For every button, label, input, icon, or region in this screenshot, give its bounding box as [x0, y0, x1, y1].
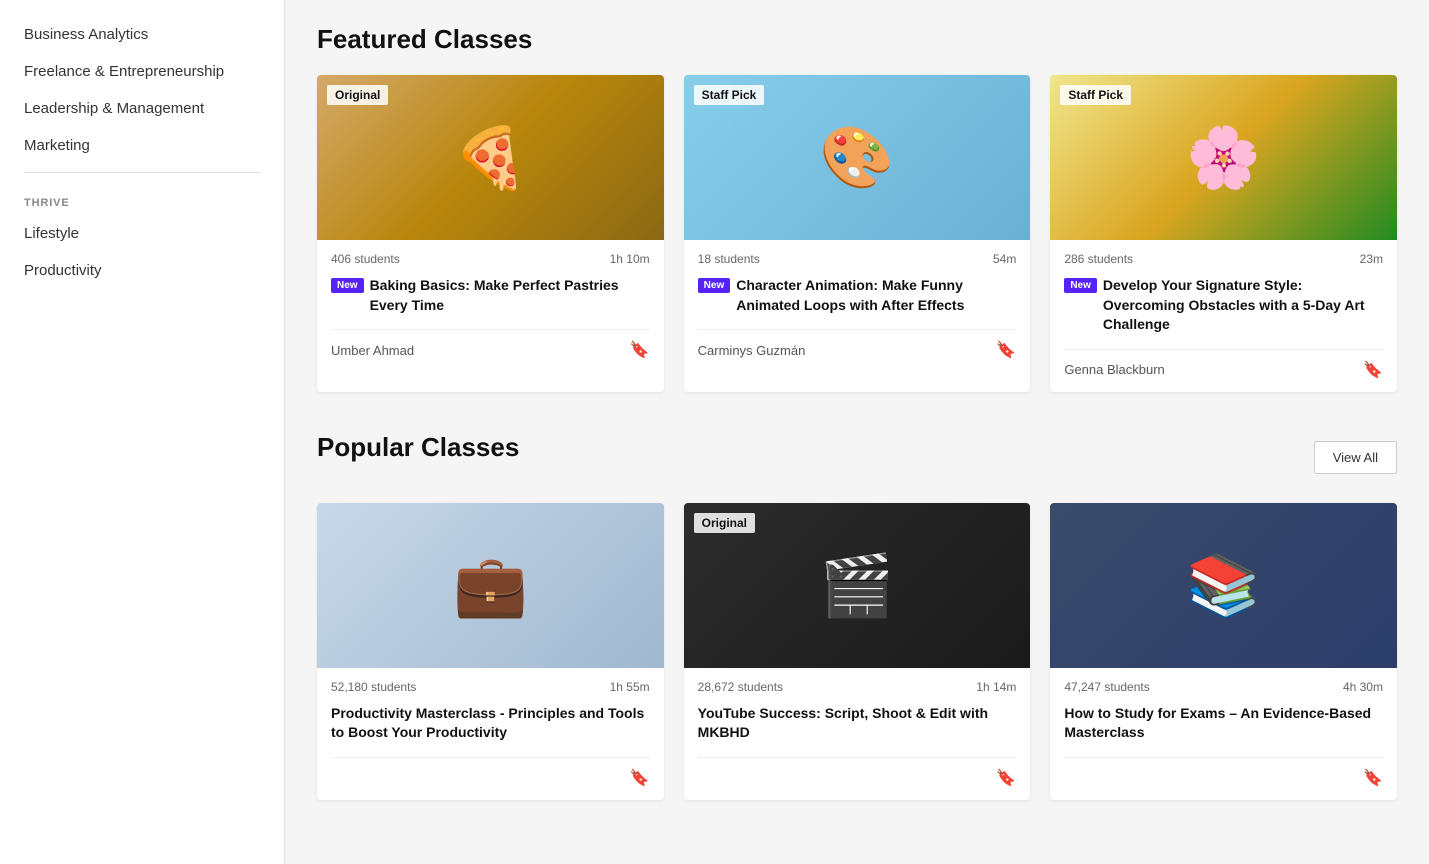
card-author-baking-basics: Umber Ahmad — [331, 343, 414, 358]
bookmark-icon-study-exams[interactable]: 🔖 — [1363, 768, 1383, 788]
card-baking-basics[interactable]: Original 406 students 1h 10m New Baking Basi… — [317, 75, 664, 392]
card-title-signature-style: Develop Your Signature Style: Overcoming… — [1103, 276, 1383, 335]
card-thumbnail-signature-style: Staff Pick — [1050, 75, 1397, 240]
popular-section-title: Popular Classes — [317, 432, 519, 463]
sidebar-item-business-analytics[interactable]: Business Analytics — [0, 16, 284, 53]
popular-section-header: Popular Classes View All — [317, 432, 1397, 483]
card-title-row-baking-basics: New Baking Basics: Make Perfect Pastries … — [331, 276, 650, 315]
card-productivity-masterclass[interactable]: 52,180 students 1h 55m Productivity Master… — [317, 503, 664, 800]
card-meta-youtube-success: 28,672 students 1h 14m — [698, 680, 1017, 694]
card-thumbnail-character-animation: Staff Pick — [684, 75, 1031, 240]
card-title-youtube-success: YouTube Success: Script, Shoot & Edit wi… — [698, 704, 1017, 743]
card-author-character-animation: Carminys Guzmán — [698, 343, 806, 358]
card-meta-character-animation: 18 students 54m — [698, 252, 1017, 266]
card-body-youtube-success: 28,672 students 1h 14m YouTube Success: Sc… — [684, 668, 1031, 800]
card-title-baking-basics: Baking Basics: Make Perfect Pastries Eve… — [370, 276, 650, 315]
card-title-row-signature-style: New Develop Your Signature Style: Overcom… — [1064, 276, 1383, 335]
card-title-row-study-exams: How to Study for Exams – An Evidence-Bas… — [1064, 704, 1383, 743]
card-students-signature-style: 286 students — [1064, 252, 1133, 266]
card-meta-signature-style: 286 students 23m — [1064, 252, 1383, 266]
sidebar-item-lifestyle[interactable]: Lifestyle — [0, 215, 284, 252]
card-title-row-productivity-masterclass: Productivity Masterclass - Principles an… — [331, 704, 650, 743]
card-title-productivity-masterclass: Productivity Masterclass - Principles an… — [331, 704, 650, 743]
card-thumbnail-baking-basics: Original — [317, 75, 664, 240]
card-footer-baking-basics: Umber Ahmad 🔖 — [331, 329, 650, 360]
card-body-study-exams: 47,247 students 4h 30m How to Study for Ex… — [1050, 668, 1397, 800]
bookmark-icon-baking-basics[interactable]: 🔖 — [630, 340, 650, 360]
card-title-row-character-animation: New Character Animation: Make Funny Anima… — [698, 276, 1017, 315]
card-badge-signature-style: Staff Pick — [1060, 85, 1131, 105]
card-title-study-exams: How to Study for Exams – An Evidence-Bas… — [1064, 704, 1383, 743]
popular-cards-grid: 52,180 students 1h 55m Productivity Master… — [317, 503, 1397, 800]
thrive-section-header: THRIVE — [0, 181, 284, 215]
card-thumbnail-youtube-success: Original — [684, 503, 1031, 668]
card-body-productivity-masterclass: 52,180 students 1h 55m Productivity Master… — [317, 668, 664, 800]
card-footer-youtube-success: 🔖 — [698, 757, 1017, 788]
card-footer-character-animation: Carminys Guzmán 🔖 — [698, 329, 1017, 360]
sidebar-item-freelance-entrepreneurship[interactable]: Freelance & Entrepreneurship — [0, 53, 284, 90]
bookmark-icon-signature-style[interactable]: 🔖 — [1363, 360, 1383, 380]
view-all-button[interactable]: View All — [1314, 441, 1397, 474]
card-badge-youtube-success: Original — [694, 513, 755, 533]
bookmark-icon-productivity-masterclass[interactable]: 🔖 — [630, 768, 650, 788]
card-footer-productivity-masterclass: 🔖 — [331, 757, 650, 788]
sidebar-item-productivity[interactable]: Productivity — [0, 252, 284, 289]
card-footer-study-exams: 🔖 — [1064, 757, 1383, 788]
card-meta-baking-basics: 406 students 1h 10m — [331, 252, 650, 266]
card-title-row-youtube-success: YouTube Success: Script, Shoot & Edit wi… — [698, 704, 1017, 743]
card-thumbnail-study-exams — [1050, 503, 1397, 668]
card-students-study-exams: 47,247 students — [1064, 680, 1149, 694]
card-duration-youtube-success: 1h 14m — [976, 680, 1016, 694]
card-duration-signature-style: 23m — [1360, 252, 1383, 266]
card-footer-signature-style: Genna Blackburn 🔖 — [1064, 349, 1383, 380]
card-badge-character-animation: Staff Pick — [694, 85, 765, 105]
card-author-signature-style: Genna Blackburn — [1064, 362, 1164, 377]
featured-section-title: Featured Classes — [317, 24, 1397, 55]
card-duration-study-exams: 4h 30m — [1343, 680, 1383, 694]
card-body-character-animation: 18 students 54m New Character Animation: Ma… — [684, 240, 1031, 372]
card-badge-baking-basics: Original — [327, 85, 388, 105]
card-students-youtube-success: 28,672 students — [698, 680, 783, 694]
sidebar-divider — [24, 172, 260, 173]
card-meta-productivity-masterclass: 52,180 students 1h 55m — [331, 680, 650, 694]
new-badge-character-animation: New — [698, 278, 731, 293]
card-meta-study-exams: 47,247 students 4h 30m — [1064, 680, 1383, 694]
bookmark-icon-youtube-success[interactable]: 🔖 — [996, 768, 1016, 788]
card-duration-productivity-masterclass: 1h 55m — [610, 680, 650, 694]
card-students-baking-basics: 406 students — [331, 252, 400, 266]
featured-cards-grid: Original 406 students 1h 10m New Baking Basi… — [317, 75, 1397, 392]
card-signature-style[interactable]: Staff Pick 286 students 23m New Develop Your… — [1050, 75, 1397, 392]
sidebar-item-marketing[interactable]: Marketing — [0, 127, 284, 164]
card-duration-character-animation: 54m — [993, 252, 1016, 266]
card-youtube-success[interactable]: Original 28,672 students 1h 14m YouTube Suc… — [684, 503, 1031, 800]
card-character-animation[interactable]: Staff Pick 18 students 54m New Character Ani… — [684, 75, 1031, 392]
bookmark-icon-character-animation[interactable]: 🔖 — [996, 340, 1016, 360]
card-duration-baking-basics: 1h 10m — [610, 252, 650, 266]
card-thumbnail-productivity-masterclass — [317, 503, 664, 668]
new-badge-baking-basics: New — [331, 278, 364, 293]
sidebar: Business AnalyticsFreelance & Entreprene… — [0, 0, 285, 864]
main-content: Featured Classes Original 406 students 1h … — [285, 0, 1429, 864]
new-badge-signature-style: New — [1064, 278, 1097, 293]
sidebar-item-leadership-management[interactable]: Leadership & Management — [0, 90, 284, 127]
card-study-exams[interactable]: 47,247 students 4h 30m How to Study for Ex… — [1050, 503, 1397, 800]
card-students-character-animation: 18 students — [698, 252, 760, 266]
card-body-signature-style: 286 students 23m New Develop Your Signature… — [1050, 240, 1397, 392]
card-students-productivity-masterclass: 52,180 students — [331, 680, 416, 694]
card-body-baking-basics: 406 students 1h 10m New Baking Basics: Make… — [317, 240, 664, 372]
card-title-character-animation: Character Animation: Make Funny Animated… — [736, 276, 1016, 315]
